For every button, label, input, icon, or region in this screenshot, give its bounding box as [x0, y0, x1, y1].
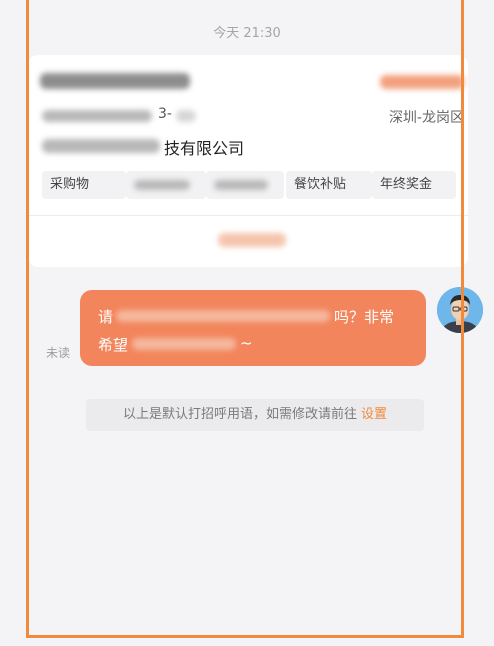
- benefit-tag: 餐饮补贴: [286, 171, 372, 199]
- job-title-redacted: [40, 73, 190, 89]
- job-info-text: 3-: [158, 106, 172, 122]
- message-line-1-end: 吗？非常: [334, 308, 395, 326]
- benefit-tag: [206, 171, 284, 199]
- card-divider: [28, 215, 468, 216]
- message-redacted: [116, 310, 330, 322]
- user-avatar-icon: [437, 287, 483, 333]
- job-card[interactable]: 3- 深圳-龙岗区 技有限公司 采购物 餐饮补贴 年终奖金: [28, 55, 468, 267]
- message-line-2-start: 希望: [98, 336, 129, 354]
- greeting-notice: 以上是默认打招呼用语，如需修改请前往 设置: [86, 399, 424, 431]
- benefit-tag-redacted: [134, 180, 190, 190]
- benefit-tag: 采购物: [42, 171, 126, 199]
- benefit-tag: 年终奖金: [372, 171, 456, 199]
- job-info-redacted-2: [176, 110, 196, 122]
- benefit-tag: [126, 171, 206, 199]
- chat-timestamp: 今天 21:30: [213, 26, 281, 41]
- company-name: 技有限公司: [164, 139, 245, 158]
- greeting-notice-text: 以上是默认打招呼用语，如需修改请前往: [122, 407, 357, 422]
- message-redacted-2: [132, 338, 236, 350]
- message-line-1-start: 请: [98, 308, 114, 326]
- company-name-redacted: [42, 139, 160, 153]
- unread-label: 未读: [46, 346, 71, 360]
- job-location: 深圳-龙岗区: [388, 110, 464, 126]
- greeting-message-bubble[interactable]: 请 吗？非常 希望 ~: [80, 290, 426, 366]
- user-avatar[interactable]: [437, 287, 483, 333]
- job-info-redacted: [42, 110, 152, 122]
- chat-screen: 今天 21:30 3- 深圳-龙岗区 技有限公司 采购物 餐饮补贴 年终奖金 未…: [0, 0, 494, 646]
- settings-link[interactable]: 设置: [361, 407, 387, 422]
- card-action-redacted[interactable]: [218, 233, 286, 247]
- message-line-2-end: ~: [240, 334, 253, 352]
- benefit-tag-redacted: [214, 180, 268, 190]
- salary-redacted: [380, 75, 464, 89]
